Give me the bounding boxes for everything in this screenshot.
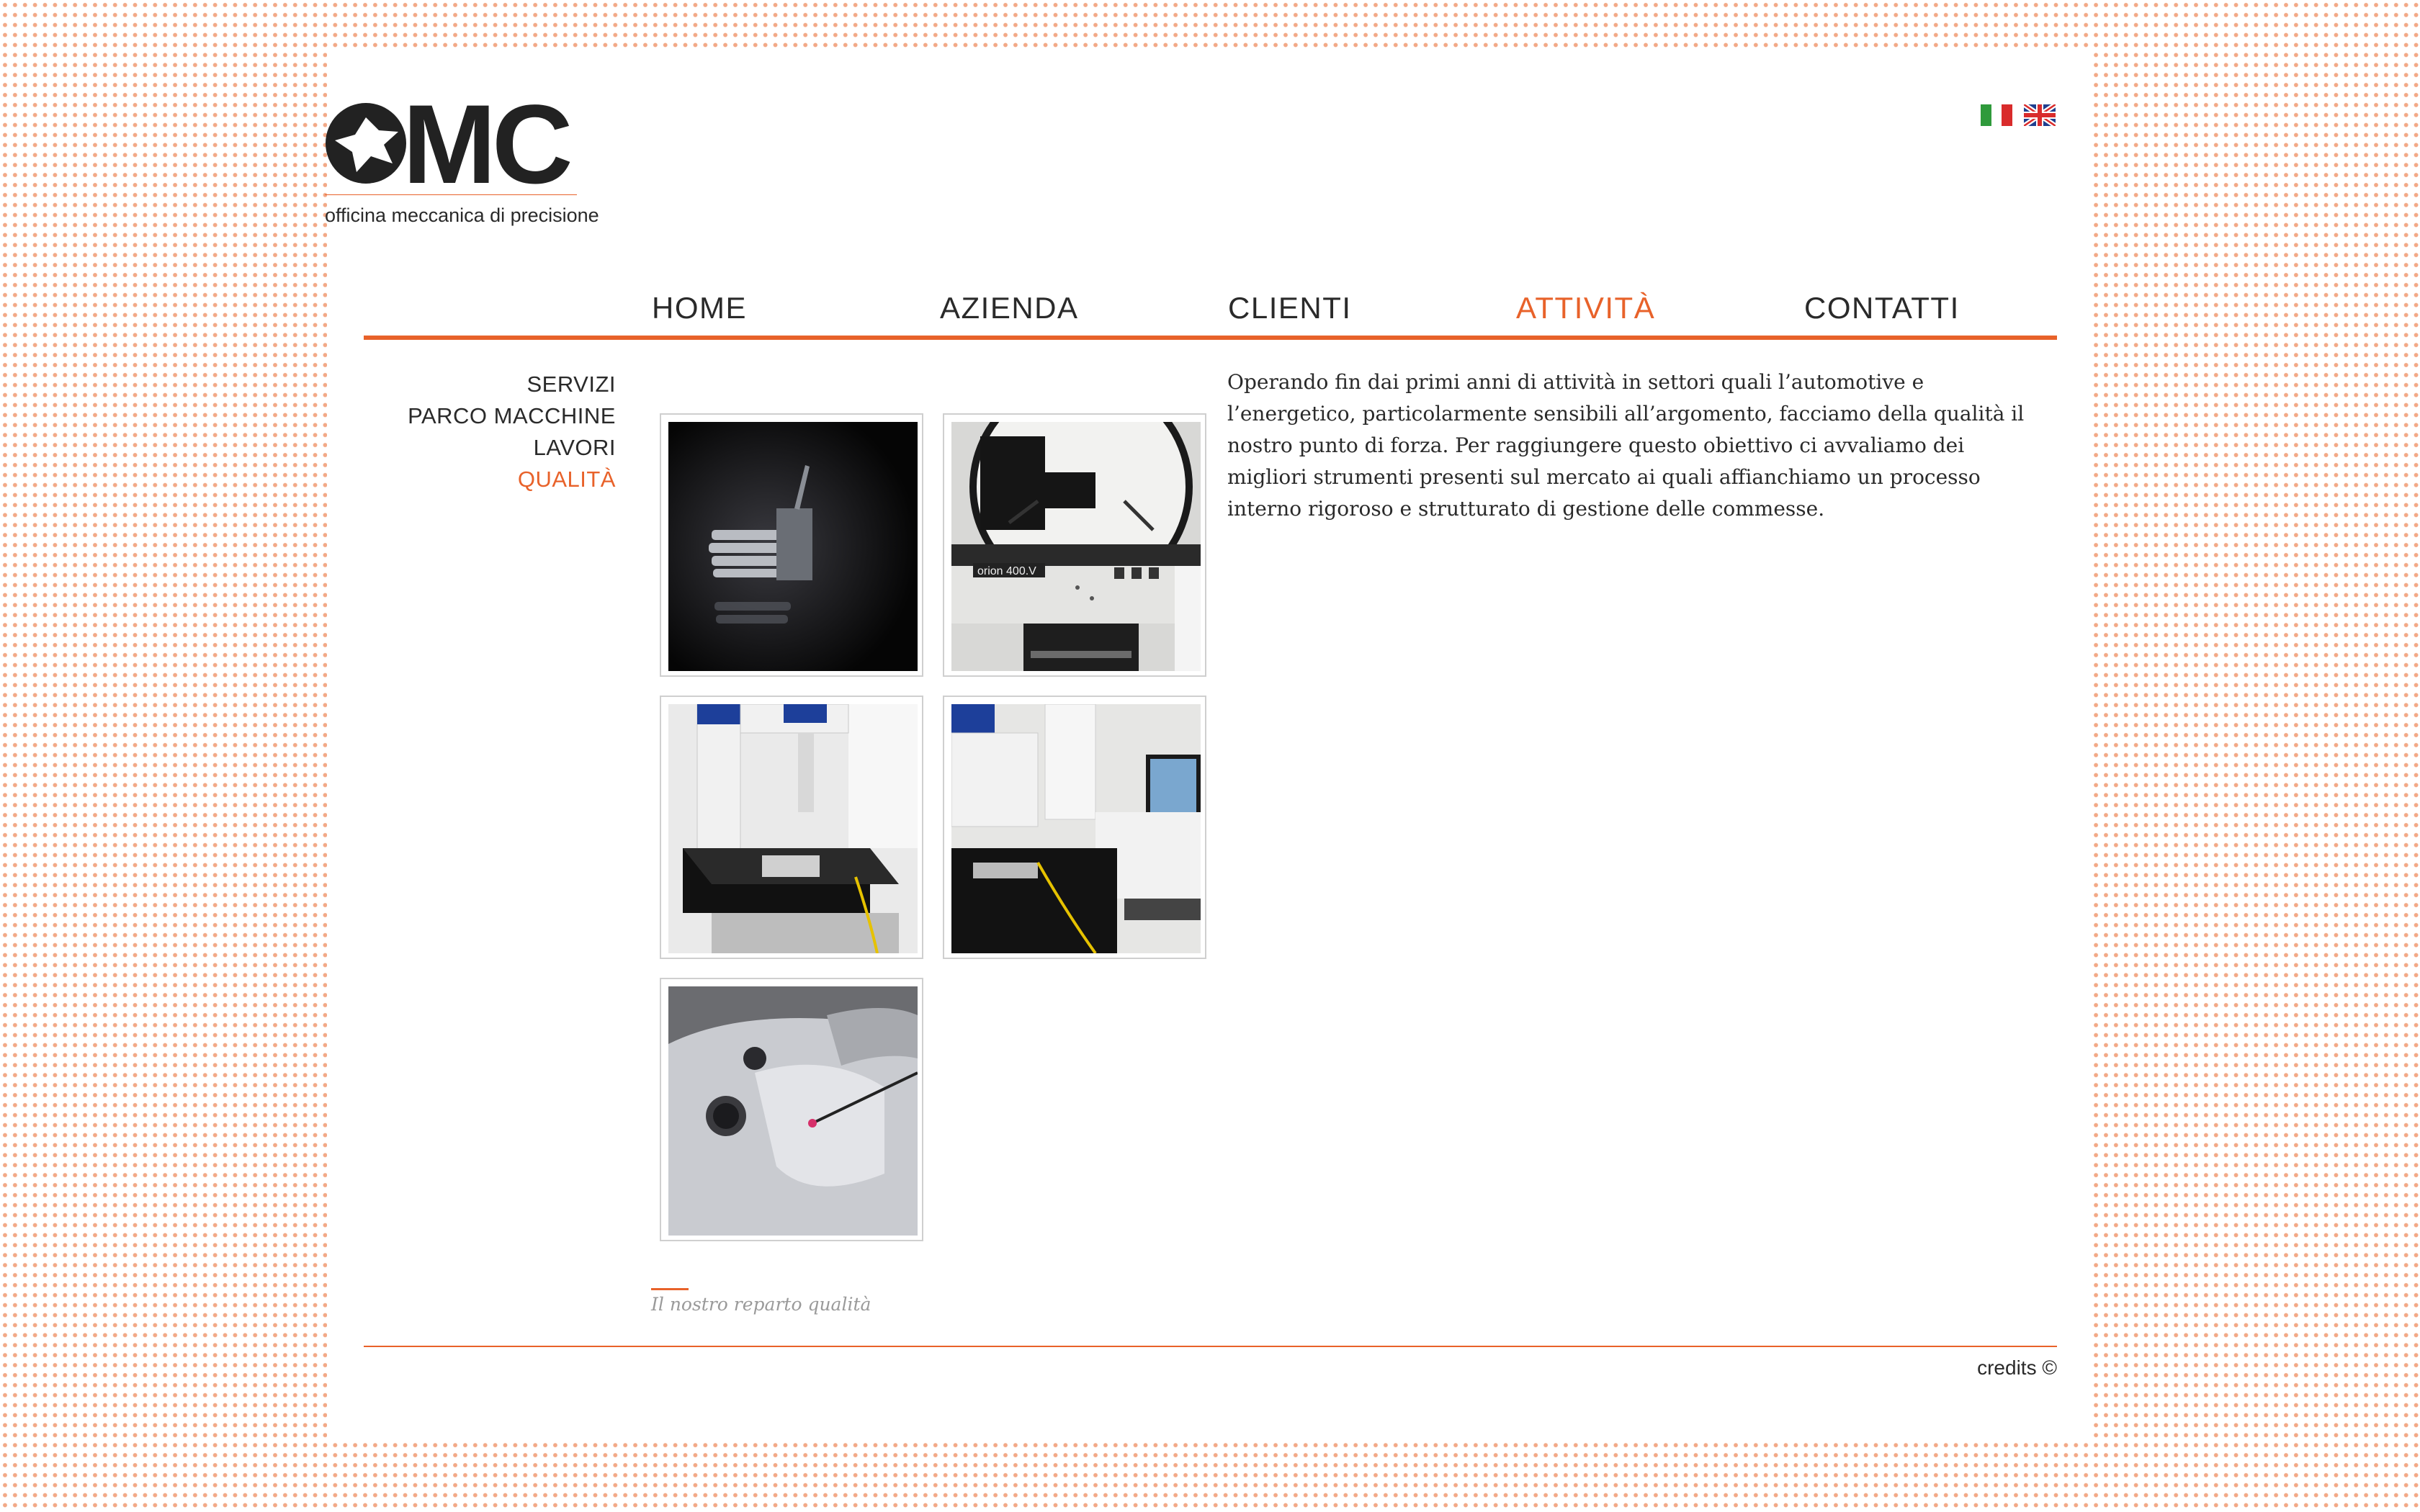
nav-item-home[interactable]: HOME (652, 291, 747, 325)
svg-text:orion 400.V: orion 400.V (977, 565, 1036, 577)
nav-item-clienti[interactable]: CLIENTI (1228, 291, 1352, 325)
nav-item-contatti[interactable]: CONTATTI (1804, 291, 1960, 325)
footer-divider (364, 1346, 2057, 1347)
main-nav: HOME AZIENDA CLIENTI ATTIVITÀ CONTATTI (325, 291, 2068, 331)
omc-logo[interactable]: MC (325, 51, 577, 207)
aluminium-part-probe-photo (668, 986, 918, 1236)
gallery-thumbnail-threaded-part[interactable] (660, 413, 923, 677)
logo-tagline: officina meccanica di precisione (325, 204, 599, 226)
sub-nav: SERVIZI PARCO MACCHINE LAVORI QUALITÀ (364, 369, 616, 495)
page-panel (327, 51, 2093, 1439)
italian-flag-icon[interactable] (1981, 104, 2013, 126)
nav-divider (364, 336, 2057, 340)
subnav-item-servizi[interactable]: SERVIZI (364, 369, 616, 400)
gallery-thumbnail-aluminium-part[interactable] (660, 978, 923, 1241)
nav-item-azienda[interactable]: AZIENDA (940, 291, 1079, 325)
svg-text:MC: MC (403, 82, 570, 195)
subnav-item-qualita[interactable]: QUALITÀ (364, 464, 616, 495)
cmm-workstation-photo (951, 704, 1201, 953)
uk-flag-icon[interactable] (2022, 102, 2057, 128)
coordinate-measuring-machine-photo (668, 704, 918, 953)
credits-link[interactable]: credits © (1973, 1356, 2057, 1380)
gallery-thumbnail-cmm-workstation[interactable] (943, 696, 1206, 959)
nav-item-attivita[interactable]: ATTIVITÀ (1516, 291, 1655, 325)
caption-accent-line (651, 1288, 689, 1290)
gallery-thumbnail-cmm[interactable] (660, 696, 923, 959)
subnav-item-lavori[interactable]: LAVORI (364, 432, 616, 464)
qualita-description: Operando fin dai primi anni di attività … (1227, 370, 2025, 521)
threaded-part-photo (668, 422, 918, 671)
gallery-thumbnail-profile-projector[interactable]: orion 400.V (943, 413, 1206, 677)
gallery-caption: Il nostro reparto qualità (651, 1294, 871, 1315)
orion-400-profile-projector-photo: orion 400.V (951, 422, 1201, 671)
subnav-item-parco-macchine[interactable]: PARCO MACCHINE (364, 400, 616, 432)
